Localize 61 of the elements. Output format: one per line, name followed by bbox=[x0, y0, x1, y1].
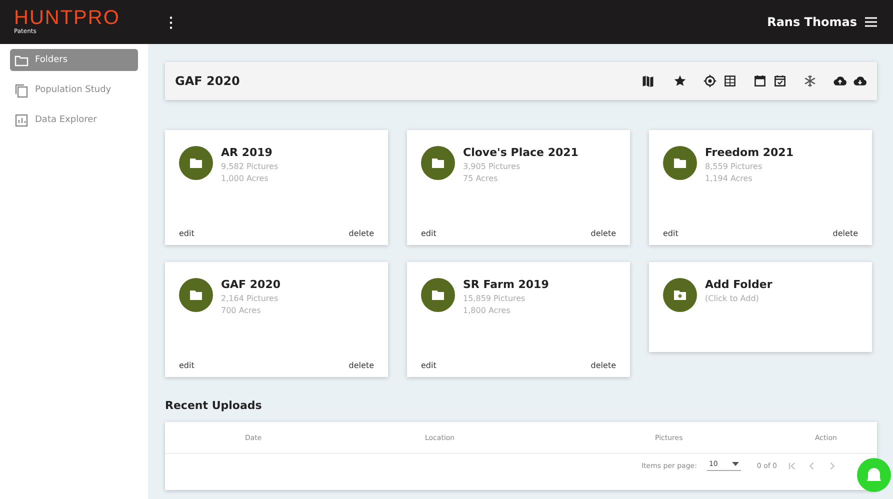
acreage: 75 Acres bbox=[463, 174, 499, 183]
acreage: 1,194 Acres bbox=[705, 174, 754, 183]
picture-count: 8,559 Pictures bbox=[705, 162, 764, 171]
dropdown-icon bbox=[732, 462, 739, 466]
calendar-icon[interactable] bbox=[753, 74, 767, 88]
folder-name: AR 2019 bbox=[221, 146, 274, 159]
menu-icon[interactable] bbox=[865, 17, 877, 27]
picture-count: 2,164 Pictures bbox=[221, 294, 280, 303]
picture-count: 9,582 Pictures bbox=[221, 162, 278, 171]
copy-icon bbox=[14, 82, 29, 98]
acreage: 700 Acres bbox=[221, 306, 262, 315]
delete-link[interactable]: delete bbox=[590, 229, 616, 238]
folder-name: SR Farm 2019 bbox=[463, 278, 549, 291]
bell-icon bbox=[865, 466, 883, 484]
folder-card[interactable]: SR Farm 2019 15,859 Pictures 1,800 Acres edit delete bbox=[407, 262, 630, 377]
add-folder-icon bbox=[663, 278, 697, 312]
folder-card[interactable]: Freedom 2021 8,559 Pictures 1,194 Acres edit delete bbox=[649, 130, 872, 245]
grid-icon[interactable] bbox=[723, 74, 737, 88]
delete-link[interactable]: delete bbox=[832, 229, 858, 238]
cloud-download-icon[interactable] bbox=[853, 74, 867, 88]
folder-icon bbox=[421, 146, 455, 180]
folder-icon bbox=[663, 146, 697, 180]
folder-card[interactable]: AR 2019 9,582 Pictures 1,000 Acres edit delete bbox=[165, 130, 388, 245]
edit-link[interactable]: edit bbox=[421, 229, 436, 238]
edit-link[interactable]: edit bbox=[179, 361, 194, 370]
edit-link[interactable]: edit bbox=[179, 229, 194, 238]
edit-link[interactable]: edit bbox=[421, 361, 436, 370]
acreage: 1,800 Acres bbox=[463, 306, 512, 315]
target-icon[interactable] bbox=[703, 74, 717, 88]
picture-count: 3,905 Pictures bbox=[463, 162, 522, 171]
snowflake-icon[interactable] bbox=[803, 74, 817, 88]
delete-link[interactable]: delete bbox=[590, 361, 616, 370]
folder-card[interactable]: Clove's Place 2021 3,905 Pictures 75 Acres edit delete bbox=[407, 130, 630, 245]
edit-link[interactable]: edit bbox=[663, 229, 678, 238]
folder-name: Clove's Place 2021 bbox=[463, 146, 578, 159]
folder-card[interactable]: Add Folder (Click to Add) bbox=[649, 262, 872, 352]
sidebar-label[interactable]: Population Study bbox=[35, 85, 112, 95]
picture-count: 15,859 Pictures bbox=[463, 294, 526, 303]
delete-link[interactable]: delete bbox=[348, 361, 374, 370]
sidebar-label[interactable]: Data Explorer bbox=[35, 115, 97, 125]
map-icon[interactable] bbox=[641, 74, 655, 88]
calendar-check-icon[interactable] bbox=[773, 74, 787, 88]
star-icon[interactable] bbox=[673, 74, 687, 88]
folder-card[interactable]: GAF 2020 2,164 Pictures 700 Acres edit delete bbox=[165, 262, 388, 377]
sidebar-item[interactable]: Data Explorer bbox=[10, 109, 138, 131]
folder-name: Freedom 2021 bbox=[705, 146, 794, 159]
sidebar-item[interactable]: Population Study bbox=[10, 79, 138, 101]
user-name[interactable]: Rans Thomas bbox=[767, 15, 857, 29]
more-menu-button[interactable]: ⋮ bbox=[160, 14, 182, 30]
folder-icon bbox=[179, 278, 213, 312]
acreage: 1,000 Acres bbox=[221, 174, 270, 183]
folder-icon bbox=[421, 278, 455, 312]
folder-icon bbox=[179, 146, 213, 180]
folder-name: GAF 2020 bbox=[221, 278, 281, 291]
folder-name: Add Folder bbox=[705, 278, 772, 291]
delete-link[interactable]: delete bbox=[348, 229, 374, 238]
add-hint: (Click to Add) bbox=[705, 294, 760, 303]
folder-title: GAF 2020 bbox=[175, 74, 241, 88]
cloud-upload-icon[interactable] bbox=[833, 74, 847, 88]
chart-icon bbox=[14, 112, 29, 128]
section-title: Recent Uploads bbox=[165, 399, 263, 412]
